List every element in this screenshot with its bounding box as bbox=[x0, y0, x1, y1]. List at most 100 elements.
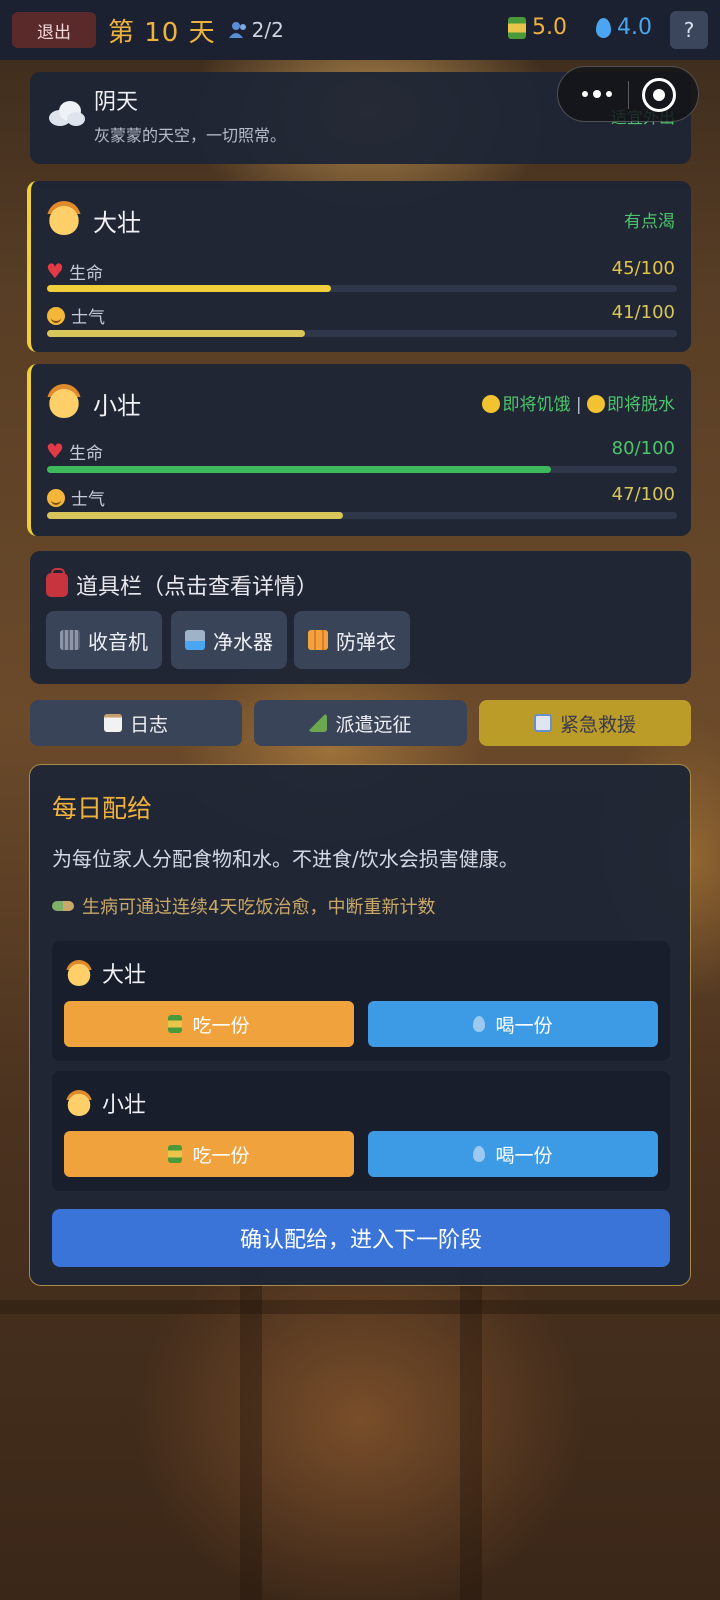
people-count: 2/2 bbox=[251, 18, 284, 42]
item-label: 防弹衣 bbox=[336, 629, 396, 654]
morale-value: 41/100 bbox=[611, 302, 675, 323]
item-body-armor[interactable]: 防弹衣 bbox=[294, 611, 410, 669]
inventory-title-row: 道具栏（点击查看详情） bbox=[46, 568, 319, 601]
food-can-icon bbox=[508, 16, 526, 39]
water-drop-icon bbox=[596, 17, 611, 38]
health-label-row: 生命 bbox=[46, 259, 103, 285]
ration-description: 为每位家人分配食物和水。不进食/饮水会损害健康。 bbox=[52, 847, 519, 871]
health-label-row: 生命 bbox=[46, 439, 103, 465]
ration-member-name: 大壮 bbox=[102, 963, 147, 988]
member-avatar-icon bbox=[66, 1090, 92, 1116]
tent-icon bbox=[309, 714, 328, 732]
background-table-edge bbox=[0, 1300, 720, 1314]
water-drop-icon bbox=[473, 1016, 486, 1032]
more-menu-icon[interactable] bbox=[568, 75, 626, 113]
close-miniprogram-icon[interactable] bbox=[642, 78, 676, 112]
water-resource: 4.0 bbox=[596, 15, 652, 40]
ration-member: 大壮 吃一份 喝一份 bbox=[52, 941, 670, 1061]
radio-icon bbox=[60, 630, 80, 650]
drink-button[interactable]: 喝一份 bbox=[368, 1001, 658, 1047]
clipboard-icon bbox=[103, 714, 122, 732]
member-name: 小壮 bbox=[93, 392, 141, 420]
morale-label-row: 士气 bbox=[47, 303, 105, 328]
member-avatar-icon bbox=[47, 201, 81, 235]
drink-label: 喝一份 bbox=[495, 1014, 553, 1037]
member-avatar-icon bbox=[66, 960, 92, 986]
ration-tip: 生病可通过连续4天吃饭治愈，中断重新计数 bbox=[82, 897, 436, 918]
item-radio[interactable]: 收音机 bbox=[46, 611, 162, 669]
morale-bar bbox=[47, 330, 677, 337]
people-counter: 2/2 bbox=[228, 18, 284, 42]
drink-label: 喝一份 bbox=[495, 1144, 553, 1167]
heart-icon bbox=[46, 439, 64, 463]
eat-button[interactable]: 吃一份 bbox=[64, 1131, 354, 1177]
tab-label: 日志 bbox=[129, 713, 168, 736]
food-resource: 5.0 bbox=[508, 15, 567, 40]
weather-description: 灰蒙蒙的天空，一切照常。 bbox=[94, 126, 287, 145]
tab-expedition[interactable]: 派遣远征 bbox=[254, 700, 467, 746]
ration-member-name-row: 小壮 bbox=[66, 1087, 146, 1119]
exit-button[interactable]: 退出 bbox=[12, 12, 96, 48]
status-thirst: 即将脱水 bbox=[607, 395, 675, 415]
morale-bar bbox=[47, 512, 677, 519]
member-status: 有点渴 bbox=[624, 212, 675, 232]
health-bar-fill bbox=[47, 466, 551, 473]
faucet-icon bbox=[185, 630, 205, 650]
cloud-icon bbox=[49, 101, 85, 126]
day-counter: 第 10 天 bbox=[108, 17, 216, 48]
food-can-icon bbox=[168, 1015, 183, 1033]
confirm-ration-button[interactable]: 确认配给，进入下一阶段 bbox=[52, 1209, 670, 1267]
ration-member: 小壮 吃一份 喝一份 bbox=[52, 1071, 670, 1191]
ration-title: 每日配给 bbox=[52, 794, 153, 823]
morale-bar-fill bbox=[47, 512, 344, 519]
eat-label: 吃一份 bbox=[192, 1014, 250, 1037]
member-name: 大壮 bbox=[93, 209, 141, 237]
morale-bar-fill bbox=[47, 330, 306, 337]
ration-tip-row: 生病可通过连续4天吃饭治愈，中断重新计数 bbox=[52, 893, 435, 919]
food-can-icon bbox=[168, 1145, 183, 1163]
morale-label-row: 士气 bbox=[47, 485, 105, 510]
member-status: 即将饥饿 | 即将脱水 bbox=[482, 390, 675, 415]
tab-log[interactable]: 日志 bbox=[30, 700, 242, 746]
hospital-icon bbox=[533, 714, 552, 732]
miniprogram-capsule bbox=[557, 66, 699, 122]
inventory-card: 道具栏（点击查看详情） 收音机 净水器 防弹衣 bbox=[30, 551, 691, 684]
top-bar: 退出 第 10 天 2/2 5.0 4.0 ? bbox=[0, 0, 720, 60]
eat-button[interactable]: 吃一份 bbox=[64, 1001, 354, 1047]
health-bar bbox=[47, 466, 677, 473]
food-value: 5.0 bbox=[532, 15, 567, 40]
vest-icon bbox=[308, 630, 328, 650]
status-separator: | bbox=[575, 395, 582, 415]
help-button[interactable]: ? bbox=[670, 11, 708, 49]
item-water-purifier[interactable]: 净水器 bbox=[171, 611, 287, 669]
heart-icon bbox=[46, 259, 64, 283]
tab-label: 派遣远征 bbox=[335, 713, 412, 736]
ration-member-name: 小壮 bbox=[102, 1093, 147, 1118]
smile-icon bbox=[47, 306, 65, 325]
capsule-divider bbox=[628, 81, 629, 109]
tab-label: 紧急救援 bbox=[559, 713, 636, 736]
daily-ration-panel: 每日配给 为每位家人分配食物和水。不进食/饮水会损害健康。 生病可通过连续4天吃… bbox=[29, 764, 691, 1286]
smile-icon bbox=[47, 488, 65, 507]
backpack-icon bbox=[46, 568, 68, 597]
tab-emergency-rescue[interactable]: 紧急救援 bbox=[479, 700, 691, 746]
status-hunger: 即将饥饿 bbox=[502, 395, 571, 415]
health-value: 80/100 bbox=[611, 438, 675, 459]
member-avatar-icon bbox=[47, 384, 81, 418]
water-drop-icon bbox=[473, 1146, 486, 1162]
member-card[interactable]: 大壮 有点渴 生命 45/100 士气 41/100 bbox=[27, 181, 691, 352]
hunger-warning-icon bbox=[482, 395, 501, 413]
health-bar-fill bbox=[47, 285, 331, 292]
morale-label: 士气 bbox=[71, 490, 105, 510]
health-value: 45/100 bbox=[611, 258, 675, 279]
eat-label: 吃一份 bbox=[192, 1144, 250, 1167]
people-icon bbox=[228, 22, 246, 38]
item-label: 收音机 bbox=[88, 629, 148, 654]
morale-value: 47/100 bbox=[611, 484, 675, 505]
water-value: 4.0 bbox=[617, 15, 652, 40]
drink-button[interactable]: 喝一份 bbox=[368, 1131, 658, 1177]
inventory-title: 道具栏（点击查看详情） bbox=[76, 575, 319, 600]
ration-member-name-row: 大壮 bbox=[66, 957, 146, 989]
morale-label: 士气 bbox=[71, 308, 105, 328]
member-card[interactable]: 小壮 即将饥饿 | 即将脱水 生命 80/100 士气 47/100 bbox=[27, 364, 691, 536]
